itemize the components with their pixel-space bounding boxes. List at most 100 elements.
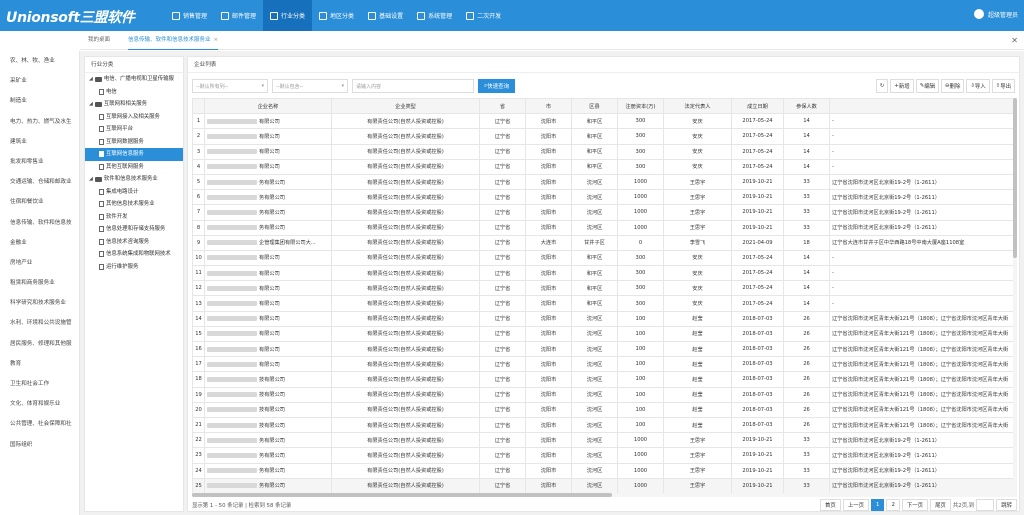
tree-node[interactable]: 信息系统集成和物联网技术 (85, 248, 183, 261)
sidebar-item-16[interactable]: 卫生和社会工作 (0, 374, 79, 394)
table-row[interactable]: 9 企管理集团有限公司大... 有限责任公司(自然人投资或控股) 辽宁省 大连市 甘井子区… (192, 234, 1017, 251)
table-row[interactable]: 10 有限公司 有限责任公司(自然人投资或控股) 辽宁省 沈阳市 和平区 300 安庆 2017… (192, 249, 1017, 267)
sidebar-item-10[interactable]: 房地产业 (0, 253, 79, 273)
table-row[interactable]: 1 有限公司 有限责任公司(自然人投资或控股) 辽宁省 沈阳市 和平区 300 安庆 2017-… (192, 113, 1017, 130)
tree-node[interactable]: 集成电路设计 (85, 186, 183, 199)
first-page-button[interactable]: 首页 (820, 499, 841, 511)
column-header[interactable]: 参保人数 (783, 98, 830, 115)
page-2-button[interactable]: 2 (886, 499, 900, 511)
sidebar-item-12[interactable]: 科学研究和技术服务业 (0, 293, 79, 313)
table-row[interactable]: 5 务有限公司 有限责任公司(自然人投资或控股) 辽宁省 沈阳市 沈河区 1000 王思宇 20… (192, 173, 1017, 191)
table-row[interactable]: 23 务有限公司 有限责任公司(自然人投资或控股) 辽宁省 沈阳市 沈河区 1000 王思宇 2… (192, 447, 1017, 464)
column-header[interactable]: 企业名称 (204, 98, 332, 115)
tree-node[interactable]: 电信 (85, 86, 183, 99)
sidebar-item-14[interactable]: 居民服务、修理和其他服 (0, 334, 79, 354)
table-row[interactable]: 13 有限公司 有限责任公司(自然人投资或控股) 辽宁省 沈阳市 和平区 300 安庆 2017… (192, 295, 1017, 312)
sidebar-item-4[interactable]: 建筑业 (0, 132, 79, 152)
table-row[interactable]: 11 有限公司 有限责任公司(自然人投资或控股) 辽宁省 沈阳市 和平区 300 安庆 2017… (192, 265, 1017, 282)
jump-button[interactable]: 跳转 (996, 499, 1017, 511)
prev-page-button[interactable]: 上一页 (842, 499, 870, 511)
nav-item-4[interactable]: 基础设置 (361, 0, 410, 31)
sidebar-item-9[interactable]: 金融业 (0, 233, 79, 253)
column-header[interactable]: 市 (525, 98, 572, 115)
tree-node[interactable]: ◢ 软件和信息技术服务业 (85, 173, 183, 186)
tree-node[interactable]: 软件开发 (85, 211, 183, 224)
tab-home[interactable]: 我的桌面 (88, 31, 110, 50)
table-row[interactable]: 6 务有限公司 有限责任公司(自然人投资或控股) 辽宁省 沈阳市 沈河区 1000 王思宇 20… (192, 189, 1017, 206)
sidebar-item-15[interactable]: 教育 (0, 354, 79, 374)
table-row[interactable]: 25 务有限公司 有限责任公司(自然人投资或控股) 辽宁省 沈阳市 沈河区 1000 王思宇 2… (192, 477, 1017, 494)
toolbar-button-4[interactable]: ⇩ 导入 (966, 79, 990, 93)
quick-search-button[interactable]: ⌕ 快速查询 (478, 79, 516, 93)
table-row[interactable]: 12 有限公司 有限责任公司(自然人投资或控股) 辽宁省 沈阳市 和平区 300 安庆 2017… (192, 280, 1017, 297)
sidebar-item-3[interactable]: 电力、热力、燃气及水生 (0, 112, 79, 132)
match-select[interactable]: --默认包含-- ▾ (272, 79, 348, 93)
sidebar-item-6[interactable]: 交通运输、仓储和邮政业 (0, 172, 79, 192)
fullscreen-icon[interactable]: ✕ (1011, 36, 1018, 45)
nav-item-6[interactable]: 二次开发 (459, 0, 508, 31)
table-row[interactable]: 7 务有限公司 有限责任公司(自然人投资或控股) 辽宁省 沈阳市 沈河区 1000 王思宇 20… (192, 204, 1017, 221)
nav-item-0[interactable]: 销售管理 (165, 0, 214, 31)
tab-current[interactable]: 信息传输、软件和信息技术服务业 × (128, 31, 219, 50)
sidebar-item-18[interactable]: 公共管理、社会保障和社 (0, 414, 79, 434)
last-page-button[interactable]: 尾页 (930, 499, 951, 511)
expand-triangle-icon[interactable]: ◢ (89, 73, 93, 86)
sidebar-item-1[interactable]: 采矿业 (0, 71, 79, 91)
column-header[interactable]: 省 (479, 98, 526, 115)
toolbar-button-2[interactable]: ✎ 编辑 (915, 79, 940, 93)
table-row[interactable]: 24 务有限公司 有限责任公司(自然人投资或控股) 辽宁省 沈阳市 沈河区 1000 王思宇 2… (192, 462, 1017, 479)
nav-item-5[interactable]: 系统管理 (410, 0, 459, 31)
table-row[interactable]: 18 技有限公司 有限责任公司(自然人投资或控股) 辽宁省 沈阳市 沈河区 100 赵莹 201… (192, 371, 1017, 388)
column-header[interactable]: 区县 (571, 98, 618, 115)
next-page-button[interactable]: 下一页 (901, 499, 929, 511)
table-row[interactable]: 16 有限公司 有限责任公司(自然人投资或控股) 辽宁省 沈阳市 沈河区 100 赵莹 2018… (192, 340, 1017, 358)
sidebar-item-7[interactable]: 住宿和餐饮业 (0, 192, 79, 212)
sidebar-item-2[interactable]: 制造业 (0, 91, 79, 111)
tree-node[interactable]: 互联网平台 (85, 123, 183, 136)
table-row[interactable]: 19 技有限公司 有限责任公司(自然人投资或控股) 辽宁省 沈阳市 沈河区 100 赵莹 201… (192, 386, 1017, 403)
table-row[interactable]: 2 有限公司 有限责任公司(自然人投资或控股) 辽宁省 沈阳市 和平区 300 安庆 2017-… (192, 128, 1017, 145)
column-header[interactable]: 注册资本(万) (617, 98, 664, 115)
sidebar-item-19[interactable]: 国际组织 (0, 435, 79, 455)
tree-node[interactable]: ◢ 互联网和相关服务 (85, 98, 183, 111)
nav-item-1[interactable]: 邮件管理 (214, 0, 263, 31)
expand-triangle-icon[interactable]: ◢ (89, 98, 93, 111)
page-jump-input[interactable] (976, 499, 995, 511)
toolbar-button-0[interactable]: ↻ (875, 79, 889, 93)
toolbar-button-5[interactable]: ⇧ 导出 (991, 79, 1015, 93)
table-row[interactable]: 4 有限公司 有限责任公司(自然人投资或控股) 辽宁省 沈阳市 和平区 300 安庆 2017-… (192, 158, 1017, 175)
tree-node[interactable]: 其他信息技术服务业 (85, 198, 183, 211)
tree-node[interactable]: 信息技术咨询服务 (85, 236, 183, 249)
nav-item-2[interactable]: 行业分类 (263, 0, 313, 31)
column-header[interactable]: 企业类型 (331, 98, 480, 115)
user-menu[interactable]: 超级管理员 (973, 9, 1018, 19)
column-header[interactable] (192, 98, 205, 115)
horizontal-scroll-thumb[interactable] (192, 493, 612, 497)
table-row[interactable]: 20 技有限公司 有限责任公司(自然人投资或控股) 辽宁省 沈阳市 沈河区 100 赵莹 201… (192, 401, 1017, 418)
tree-node[interactable]: 互联网接入及相关服务 (85, 111, 183, 124)
sidebar-item-17[interactable]: 文化、体育和娱乐业 (0, 394, 79, 414)
table-row[interactable]: 8 务有限公司 有限责任公司(自然人投资或控股) 辽宁省 沈阳市 沈河区 1000 王思宇 20… (192, 219, 1017, 236)
column-header[interactable] (829, 98, 1017, 115)
sidebar-item-0[interactable]: 农、林、牧、渔业 (0, 51, 79, 71)
page-1-button[interactable]: 1 (871, 499, 885, 511)
tree-node[interactable]: 信息处理和存储支持服务 (85, 223, 183, 236)
search-input[interactable]: 请输入内容 (352, 79, 474, 93)
table-row[interactable]: 22 务有限公司 有限责任公司(自然人投资或控股) 辽宁省 沈阳市 沈河区 1000 王思宇 2… (192, 432, 1017, 449)
table-row[interactable]: 15 有限公司 有限责任公司(自然人投资或控股) 辽宁省 沈阳市 沈河区 100 赵莹 2018… (192, 325, 1017, 343)
toolbar-button-1[interactable]: + 新增 (890, 79, 914, 93)
column-header[interactable]: 法定代表人 (663, 98, 732, 115)
table-row[interactable]: 21 技有限公司 有限责任公司(自然人投资或控股) 辽宁省 沈阳市 沈河区 100 赵莹 201… (192, 416, 1017, 434)
toolbar-button-3[interactable]: ⊖ 删除 (941, 79, 965, 93)
tree-node[interactable]: ◢ 电信、广播电视和卫星传输服 (85, 73, 183, 86)
tree-node[interactable]: 运行维护服务 (85, 261, 183, 274)
sidebar-item-5[interactable]: 批发和零售业 (0, 152, 79, 172)
column-select[interactable]: --默认所有列-- ▾ (192, 79, 268, 93)
vertical-scrollbar[interactable] (1013, 98, 1017, 495)
expand-triangle-icon[interactable]: ◢ (89, 173, 93, 186)
table-row[interactable]: 14 有限公司 有限责任公司(自然人投资或控股) 辽宁省 沈阳市 沈河区 100 赵莹 2018… (192, 310, 1017, 327)
sidebar-item-8[interactable]: 信息传输、软件和信息技 (0, 213, 79, 233)
horizontal-scrollbar[interactable] (192, 493, 1017, 497)
tree-node[interactable]: 互联网数据服务 (85, 136, 183, 149)
sidebar-item-13[interactable]: 水利、环境和公共设施管 (0, 313, 79, 333)
